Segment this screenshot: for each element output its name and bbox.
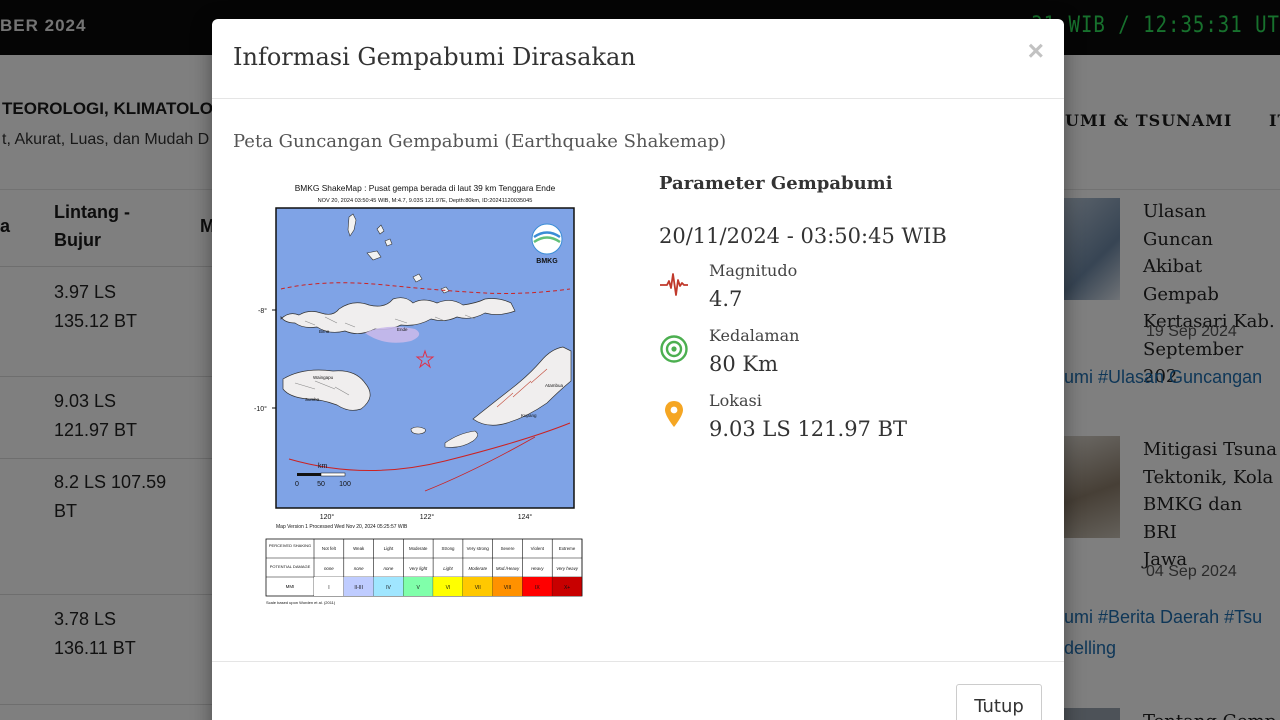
depth-rings-icon [660, 335, 688, 363]
processed-note: Map Version 1 Processed Wed Nov 20, 2024… [276, 524, 408, 530]
legend-shaking-label: Violent [531, 546, 545, 551]
legend-shaking-label: Severe [501, 546, 515, 551]
svg-text:PERCEIVED SHAKING: PERCEIVED SHAKING [269, 543, 311, 548]
legend-shaking-label: Extreme [559, 546, 576, 551]
lat-label: -8° [258, 307, 267, 315]
location-label: Lokasi [709, 391, 762, 410]
lon-label: 120° [320, 513, 335, 521]
magnitude-value: 4.7 [709, 287, 743, 311]
legend-damage-label: Heavy [531, 566, 544, 571]
lat-label: -10° [254, 405, 267, 413]
legend-shaking-label: Strong [442, 546, 455, 551]
svg-text:MMI: MMI [286, 584, 295, 589]
legend-damage-label: none [324, 566, 334, 571]
legend-mmi-label: IX [535, 585, 540, 591]
modal-title: Informasi Gempabumi Dirasakan [233, 43, 636, 71]
scale-tick: 0 [295, 481, 299, 488]
place-label: Bima [319, 329, 330, 334]
legend-mmi-label: VIII [504, 585, 512, 591]
legend-damage-label: Very heavy [556, 566, 579, 571]
place-label: Atambua [545, 383, 564, 388]
legend-mmi-label: IV [386, 585, 391, 591]
legend-damage-label: Mod./Heavy [496, 566, 520, 571]
seismograph-icon [660, 273, 688, 296]
scale-tick: 100 [339, 481, 351, 488]
legend-shaking-label: Very strong [467, 546, 490, 551]
legend-shaking-label: Moderate [409, 546, 428, 551]
earthquake-info-modal: Informasi Gempabumi Dirasakan × Peta Gun… [212, 19, 1064, 720]
parameters-datetime: 20/11/2024 - 03:50:45 WIB [659, 224, 947, 248]
shakemap-section-title: Peta Guncangan Gempabumi (Earthquake Sha… [233, 131, 727, 152]
parameters-heading: Parameter Gempabumi [659, 173, 893, 194]
svg-text:Scale based upon Worden et al.: Scale based upon Worden et al. (2011) [266, 600, 336, 605]
scale-tick: 50 [317, 481, 325, 488]
close-icon[interactable]: × [1028, 37, 1044, 65]
svg-text:POTENTIAL DAMAGE: POTENTIAL DAMAGE [270, 564, 311, 569]
map-pin-icon [665, 401, 683, 427]
shakemap-subtitle: NOV 20, 2024 03:50:45 WIB, M:4.7, 9.03S … [318, 198, 533, 204]
earthquake-parameters: Parameter Gempabumi 20/11/2024 - 03:50:4… [659, 173, 1039, 441]
scale-unit: km [318, 463, 328, 470]
legend-shaking-label: Light [384, 546, 394, 551]
shakemap-image[interactable]: BMKG ShakeMap : Pusat gempa berada di la… [245, 181, 589, 606]
depth-value: 80 Km [709, 352, 778, 376]
lon-label: 124° [518, 513, 533, 521]
lon-label: 122° [420, 513, 435, 521]
place-label: Waingapu [313, 375, 334, 380]
legend-shaking-label: Not felt [322, 546, 337, 551]
legend-mmi-label: II-III [354, 585, 363, 591]
legend-mmi-label: I [328, 585, 329, 591]
legend-shaking-label: Weak [353, 546, 365, 551]
legend-mmi-label: VI [446, 585, 451, 591]
legend-damage-label: Very light [409, 566, 428, 571]
place-label: Kupang [521, 413, 537, 418]
legend-damage-label: none [384, 566, 394, 571]
mmi-legend: Not felt none I Weak none II-III Light none IV Mo… [265, 538, 583, 605]
depth-item: Kedalaman 80 Km [659, 326, 1039, 382]
legend-damage-label: none [354, 566, 364, 571]
modal-footer: Tutup [212, 661, 1064, 720]
place-label: Ende [397, 327, 408, 332]
legend-damage-label: Light [443, 566, 453, 571]
legend-mmi-label: VII [475, 585, 481, 591]
tutup-button[interactable]: Tutup [956, 684, 1042, 720]
bmkg-logo-icon: BMKG [531, 223, 563, 265]
modal-header: Informasi Gempabumi Dirasakan × [212, 19, 1064, 99]
shakemap-title: BMKG ShakeMap : Pusat gempa berada di la… [295, 183, 556, 193]
depth-label: Kedalaman [709, 326, 800, 345]
svg-text:BMKG: BMKG [536, 258, 558, 265]
place-label: Sumba [305, 397, 320, 402]
location-item: Lokasi 9.03 LS 121.97 BT [659, 391, 1039, 447]
legend-damage-label: Moderate [468, 566, 487, 571]
legend-mmi-label: X+ [564, 585, 570, 591]
magnitude-item: Magnitudo 4.7 [659, 261, 1039, 317]
location-value: 9.03 LS 121.97 BT [709, 417, 908, 441]
magnitude-label: Magnitudo [709, 261, 798, 280]
